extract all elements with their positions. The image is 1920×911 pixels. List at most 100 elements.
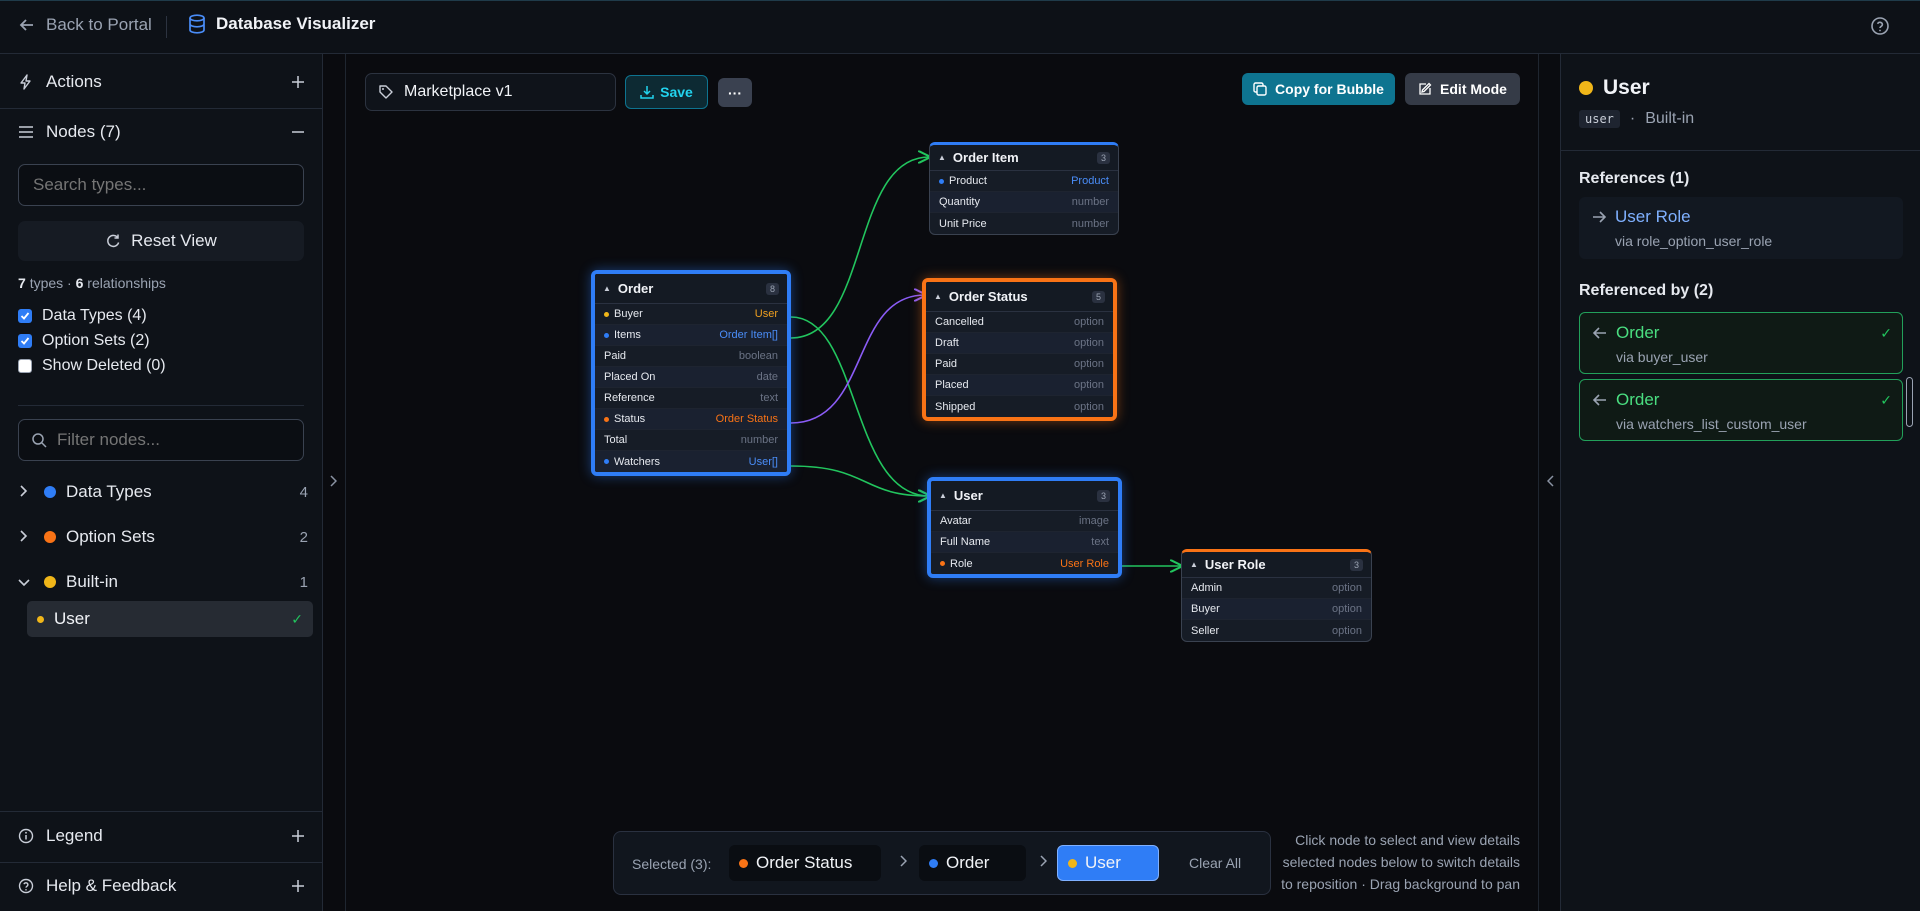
field-row[interactable]: Paid option bbox=[926, 354, 1113, 375]
node-header[interactable]: ▲ Order Item 3 bbox=[930, 145, 1118, 171]
tree-item-user[interactable]: User ✓ bbox=[27, 601, 313, 637]
field-row[interactable]: Role User Role bbox=[931, 553, 1118, 574]
filter-show-deleted[interactable]: Show Deleted (0) bbox=[18, 357, 166, 375]
details-subtitle: user · Built-in bbox=[1579, 110, 1694, 128]
collapse-triangle-icon[interactable]: ▲ bbox=[938, 153, 946, 162]
field-name: Buyer bbox=[1191, 603, 1220, 615]
tree-group-label: Option Sets bbox=[66, 527, 155, 546]
referenced-by-item[interactable]: Order via buyer_user ✓ bbox=[1579, 312, 1903, 374]
tree-group-option-sets[interactable]: Option Sets 2 bbox=[18, 522, 308, 552]
field-row[interactable]: Avatar image bbox=[931, 511, 1118, 532]
selection-chip-user[interactable]: User bbox=[1057, 845, 1159, 881]
chevron-left-icon[interactable] bbox=[1546, 474, 1555, 490]
node-order-status[interactable]: ▲ Order Status 5 Cancelled option Draft op… bbox=[922, 278, 1117, 421]
checkbox-unchecked-icon[interactable] bbox=[18, 359, 32, 373]
hint-line: Click node to select and view details bbox=[1295, 832, 1520, 848]
chevron-right-icon[interactable] bbox=[329, 474, 338, 490]
field-row[interactable]: Total number bbox=[595, 430, 787, 451]
edit-mode-button[interactable]: Edit Mode bbox=[1405, 73, 1520, 105]
data-type-dot bbox=[929, 858, 938, 868]
actions-section-header[interactable]: Actions bbox=[0, 66, 323, 98]
checkbox-checked-icon[interactable] bbox=[18, 334, 32, 348]
minus-icon[interactable] bbox=[291, 125, 305, 139]
node-order-item[interactable]: ▲ Order Item 3 Product Product Quantity nu… bbox=[929, 142, 1119, 235]
copy-for-bubble-button[interactable]: Copy for Bubble bbox=[1242, 73, 1395, 105]
field-row[interactable]: Buyer User bbox=[595, 304, 787, 325]
filter-data-types[interactable]: Data Types (4) bbox=[18, 307, 147, 325]
field-row[interactable]: Items Order Item[] bbox=[595, 325, 787, 346]
more-options-button[interactable]: ··· bbox=[718, 78, 752, 107]
collapse-triangle-icon[interactable]: ▲ bbox=[1190, 560, 1198, 569]
legend-section-header[interactable]: Legend bbox=[0, 820, 323, 852]
nodes-section-header[interactable]: Nodes (7) bbox=[0, 116, 323, 148]
left-collapse-gutter[interactable] bbox=[323, 54, 346, 911]
field-row[interactable]: Placed On date bbox=[595, 367, 787, 388]
schema-stats: 7 types · 6 relationships bbox=[18, 275, 166, 291]
reset-view-button[interactable]: Reset View bbox=[18, 221, 304, 261]
field-count-badge: 3 bbox=[1096, 151, 1110, 164]
chevron-right-icon[interactable] bbox=[18, 527, 38, 547]
chevron-right-icon[interactable] bbox=[18, 482, 38, 502]
plus-icon[interactable] bbox=[291, 879, 305, 893]
schema-name-field[interactable]: Marketplace v1 bbox=[365, 73, 616, 111]
filter-option-sets[interactable]: Option Sets (2) bbox=[18, 332, 150, 350]
field-row[interactable]: Shipped option bbox=[926, 396, 1113, 417]
collapse-triangle-icon[interactable]: ▲ bbox=[934, 292, 942, 301]
field-row[interactable]: Cancelled option bbox=[926, 312, 1113, 333]
collapse-triangle-icon[interactable]: ▲ bbox=[603, 284, 611, 293]
node-header[interactable]: ▲ User 3 bbox=[931, 481, 1118, 511]
field-name: Paid bbox=[935, 358, 958, 370]
field-row[interactable]: Seller option bbox=[1182, 620, 1371, 641]
field-type: Order Status bbox=[715, 413, 778, 425]
field-row[interactable]: Admin option bbox=[1182, 578, 1371, 599]
field-row[interactable]: Placed option bbox=[926, 375, 1113, 396]
field-type: number bbox=[740, 434, 778, 446]
node-user-role[interactable]: ▲ User Role 3 Admin option Buyer option Se… bbox=[1181, 549, 1372, 642]
scrollbar-thumb[interactable] bbox=[1906, 377, 1913, 427]
help-circle-icon bbox=[18, 878, 34, 894]
node-header[interactable]: ▲ Order 8 bbox=[595, 274, 787, 304]
selection-chip-order[interactable]: Order bbox=[919, 845, 1026, 881]
nodes-label: Nodes (7) bbox=[46, 122, 121, 141]
chip-label: Order Status bbox=[756, 853, 853, 872]
tree-group-built-in[interactable]: Built-in 1 bbox=[18, 567, 308, 597]
collapse-triangle-icon[interactable]: ▲ bbox=[939, 491, 947, 500]
filter-nodes-field[interactable] bbox=[18, 419, 304, 461]
plus-icon[interactable] bbox=[291, 829, 305, 843]
right-collapse-gutter[interactable] bbox=[1538, 54, 1561, 911]
field-row[interactable]: Paid boolean bbox=[595, 346, 787, 367]
field-row[interactable]: Reference text bbox=[595, 388, 787, 409]
search-types-input[interactable] bbox=[18, 164, 304, 206]
data-type-dot bbox=[44, 486, 56, 498]
filter-nodes-input[interactable] bbox=[57, 430, 287, 450]
field-row[interactable]: Full Name text bbox=[931, 532, 1118, 553]
plus-icon[interactable] bbox=[291, 75, 305, 89]
field-type: image bbox=[1079, 515, 1109, 527]
save-button[interactable]: Save bbox=[625, 75, 708, 109]
chevron-down-icon[interactable] bbox=[18, 572, 38, 592]
node-user[interactable]: ▲ User 3 Avatar image Full Name text Role U… bbox=[927, 477, 1122, 578]
reference-item[interactable]: User Role via role_option_user_role bbox=[1579, 197, 1903, 259]
back-to-portal-link[interactable]: Back to Portal bbox=[18, 15, 152, 35]
field-row[interactable]: Watchers User[] bbox=[595, 451, 787, 472]
clear-all-button[interactable]: Clear All bbox=[1189, 855, 1241, 871]
field-row[interactable]: Product Product bbox=[930, 171, 1118, 192]
field-row[interactable]: Buyer option bbox=[1182, 599, 1371, 620]
field-name: Status bbox=[614, 413, 646, 425]
node-header[interactable]: ▲ Order Status 5 bbox=[926, 282, 1113, 312]
tree-group-data-types[interactable]: Data Types 4 bbox=[18, 477, 308, 507]
referenced-by-item[interactable]: Order via watchers_list_custom_user ✓ bbox=[1579, 379, 1903, 441]
node-order[interactable]: ▲ Order 8 Buyer User Items Order Item[] Pa… bbox=[591, 270, 791, 476]
field-row[interactable]: Draft option bbox=[926, 333, 1113, 354]
selection-chip-order-status[interactable]: Order Status bbox=[729, 845, 881, 881]
field-row[interactable]: Quantity number bbox=[930, 192, 1118, 213]
node-header[interactable]: ▲ User Role 3 bbox=[1182, 552, 1371, 578]
edit-mode-label: Edit Mode bbox=[1440, 81, 1507, 97]
schema-name-value: Marketplace v1 bbox=[404, 83, 513, 100]
field-row[interactable]: Unit Price number bbox=[930, 213, 1118, 234]
checkbox-checked-icon[interactable] bbox=[18, 309, 32, 323]
help-section-header[interactable]: Help & Feedback bbox=[0, 870, 323, 902]
field-name: Placed On bbox=[604, 371, 656, 383]
help-circle-icon[interactable] bbox=[1870, 16, 1890, 40]
field-row[interactable]: Status Order Status bbox=[595, 409, 787, 430]
